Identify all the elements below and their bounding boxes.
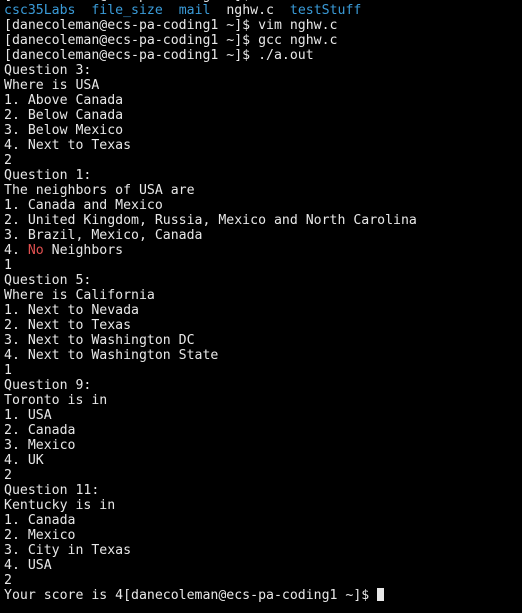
terminal-line: Your score is 4[danecoleman@ecs-pa-codin… [4, 588, 417, 603]
terminal-line: 2. Mexico [4, 528, 417, 543]
terminal-text-segment: 3. Next to Washington DC [4, 333, 195, 348]
terminal-line: 2. United Kingdom, Russia, Mexico and No… [4, 213, 417, 228]
terminal-text-segment: 4. USA [4, 558, 52, 573]
terminal-text-segment: 1 [4, 258, 12, 273]
terminal-line: 2. Next to Texas [4, 318, 417, 333]
terminal-text-segment: Your score is 4[danecoleman@ecs-pa-codin… [4, 588, 378, 603]
terminal-line: 2 [4, 153, 417, 168]
terminal-text-segment: nghw.c [210, 3, 290, 18]
terminal-line: 3. Mexico [4, 438, 417, 453]
terminal-text-segment: 4. Next to Washington State [4, 348, 219, 363]
terminal-text-segment: 4. UK [4, 453, 44, 468]
cursor-block [377, 588, 385, 601]
terminal-line: csc35Labs file_size mail nghw.c testStuf… [4, 3, 417, 18]
terminal-line: 4. USA [4, 558, 417, 573]
terminal-text-segment: testStuff [289, 3, 362, 18]
terminal-line: 1. Above Canada [4, 93, 417, 108]
terminal-text-segment: 2. Canada [4, 423, 76, 438]
terminal-line: 4. No Neighbors [4, 243, 417, 258]
terminal-line: 1 [4, 258, 417, 273]
terminal-text-segment: 2. Next to Texas [4, 318, 132, 333]
terminal-text-segment: 3. Mexico [4, 438, 76, 453]
terminal-text-segment: Where is USA [4, 78, 100, 93]
terminal-text-segment: 2 [4, 468, 12, 483]
terminal-line: Toronto is in [4, 393, 417, 408]
terminal-text-segment: [danecoleman@ecs-pa-coding1 ~]$ vim nghw… [4, 18, 338, 33]
terminal-text-segment: 1. Next to Nevada [4, 303, 139, 318]
terminal-text-segment: 2. United Kingdom, Russia, Mexico and No… [4, 213, 417, 228]
terminal-text-segment: 3. City in Texas [4, 543, 132, 558]
terminal-text-segment: Where is California [4, 288, 155, 303]
terminal-text-segment: csc35Labs [4, 3, 76, 18]
terminal-text-segment: [danecoleman@ecs-pa-coding1 ~]$ gcc nghw… [4, 33, 338, 48]
terminal-text-segment: 2. Below Canada [4, 108, 124, 123]
terminal-output: [danecoleman@ecs-pa-coding1 ~]$ lscsc35L… [4, 0, 417, 603]
terminal-text-segment: Kentucky is in [4, 498, 116, 513]
terminal-window[interactable]: [danecoleman@ecs-pa-coding1 ~]$ lscsc35L… [0, 0, 522, 613]
terminal-line: Question 9: [4, 378, 417, 393]
terminal-text-segment: Neighbors [43, 243, 124, 258]
terminal-text-segment: No [27, 243, 44, 258]
terminal-text-segment: 1. Canada [4, 513, 76, 528]
terminal-line: 3. Next to Washington DC [4, 333, 417, 348]
terminal-line: 4. UK [4, 453, 417, 468]
terminal-line: Question 5: [4, 273, 417, 288]
terminal-line: 3. Below Mexico [4, 123, 417, 138]
terminal-line: Where is USA [4, 78, 417, 93]
terminal-text-segment: [danecoleman@ecs-pa-coding1 ~]$ ./a.out [4, 48, 314, 63]
terminal-line: 2 [4, 468, 417, 483]
terminal-text-segment: 1. Above Canada [4, 93, 124, 108]
terminal-text-segment: Question 3: [4, 63, 92, 78]
terminal-line: [danecoleman@ecs-pa-coding1 ~]$ ./a.out [4, 48, 417, 63]
terminal-line: Kentucky is in [4, 498, 417, 513]
terminal-line: 4. Next to Texas [4, 138, 417, 153]
terminal-line: 3. Brazil, Mexico, Canada [4, 228, 417, 243]
terminal-text-segment: 4. Next to Texas [4, 138, 132, 153]
terminal-text-segment: 2 [4, 573, 12, 588]
terminal-line: [danecoleman@ecs-pa-coding1 ~]$ vim nghw… [4, 18, 417, 33]
terminal-line: Question 3: [4, 63, 417, 78]
terminal-line: [danecoleman@ecs-pa-coding1 ~]$ gcc nghw… [4, 33, 417, 48]
terminal-line: 4. Next to Washington State [4, 348, 417, 363]
terminal-text-segment: Question 9: [4, 378, 92, 393]
terminal-line: Question 11: [4, 483, 417, 498]
terminal-text-segment: 3. Brazil, Mexico, Canada [4, 228, 203, 243]
terminal-line: 2. Below Canada [4, 108, 417, 123]
terminal-line: 1. Canada [4, 513, 417, 528]
terminal-line: 1. Canada and Mexico [4, 198, 417, 213]
terminal-text-segment: file_size [91, 3, 163, 18]
terminal-line: Where is California [4, 288, 417, 303]
terminal-line: 1 [4, 363, 417, 378]
terminal-text-segment: 1. USA [4, 408, 52, 423]
terminal-text-segment: 2 [4, 153, 12, 168]
terminal-line: 3. City in Texas [4, 543, 417, 558]
terminal-line: Question 1: [4, 168, 417, 183]
terminal-text-segment: Question 11: [4, 483, 100, 498]
terminal-text-segment: The neighbors of USA are [4, 183, 195, 198]
terminal-text-segment: 1 [4, 363, 12, 378]
terminal-text-segment: 4. [4, 243, 28, 258]
terminal-text-segment: 3. Below Mexico [4, 123, 124, 138]
terminal-line: The neighbors of USA are [4, 183, 417, 198]
terminal-line: 2. Canada [4, 423, 417, 438]
terminal-line: 1. USA [4, 408, 417, 423]
terminal-line: 2 [4, 573, 417, 588]
terminal-text-segment: Toronto is in [4, 393, 108, 408]
terminal-text-segment: 2. Mexico [4, 528, 76, 543]
terminal-text-segment: Question 1: [4, 168, 92, 183]
terminal-text-segment: mail [178, 3, 211, 18]
terminal-text-segment: 1. Canada and Mexico [4, 198, 163, 213]
terminal-line: 1. Next to Nevada [4, 303, 417, 318]
terminal-text-segment: Question 5: [4, 273, 92, 288]
